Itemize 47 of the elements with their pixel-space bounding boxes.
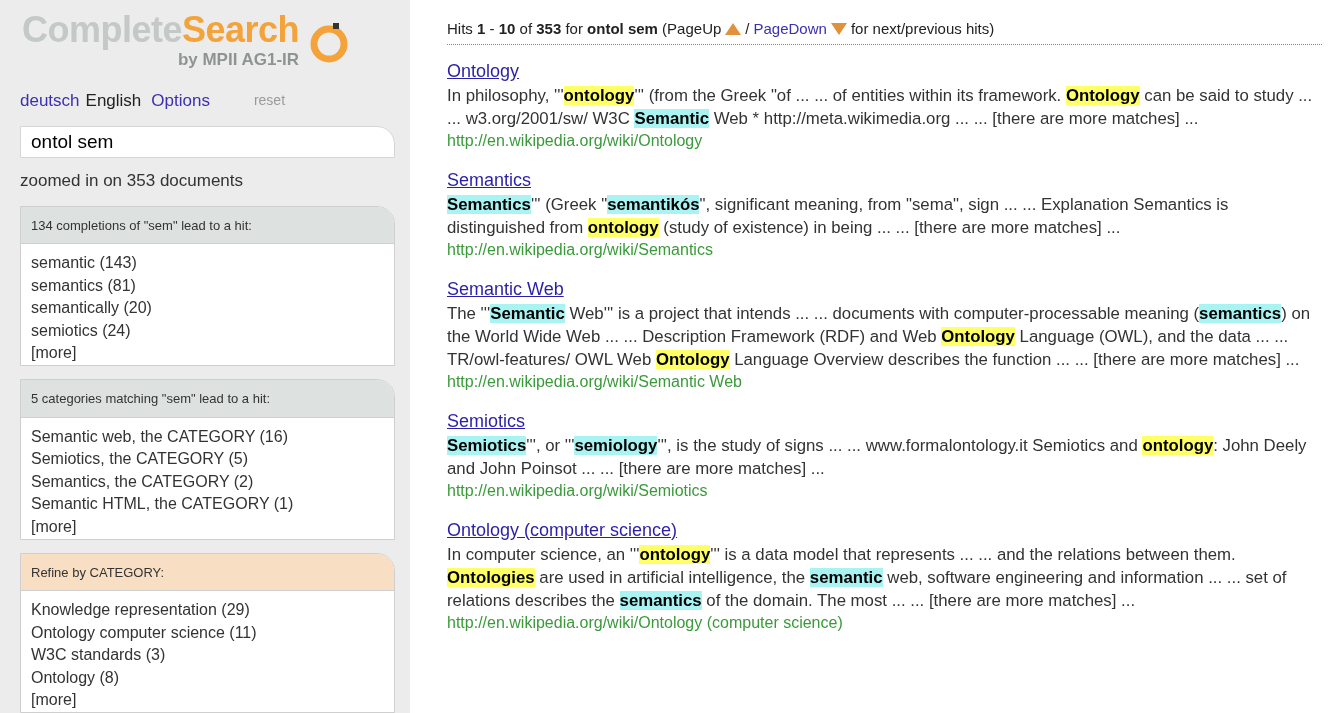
facet-item[interactable]: Semantic web, the CATEGORY (16)	[31, 425, 384, 449]
facet-item[interactable]: [more]	[31, 689, 384, 712]
result-snippet: Semantics''' (Greek "semantikós", significant meaning, from "sema", sign ... ... Explanation Semantics is distinguished from ontology (study of existence) in being ... ... [there are more matches] ...	[447, 193, 1230, 239]
result-title-link[interactable]: Ontology (computer science)	[447, 519, 678, 540]
result-url-link[interactable]: http://en.wikipedia.org/wiki/Semantic Web	[447, 370, 1322, 393]
result-snippet: Semiotics''', or '''semiology''', is the study of signs ... ... www.formalontology.it Semiotics and ontology: John Deely and John Poinsot ... ... [there are more matches] ...	[447, 434, 1308, 480]
facet-item[interactable]: Ontology (8)	[31, 666, 384, 690]
result-title-link[interactable]: Ontology	[447, 60, 520, 81]
facet-item[interactable]: Semiotics, the CATEGORY (5)	[31, 448, 384, 471]
panel-header: 5 categories matching "sem" lead to a hit:	[21, 380, 394, 418]
facet-item[interactable]: [more]	[31, 515, 384, 539]
panel-header: 134 completions of "sem" lead to a hit:	[21, 206, 394, 245]
up-arrow-icon[interactable]	[724, 22, 743, 37]
facet-item[interactable]: Knowledge representation (29)	[31, 599, 384, 622]
ring-icon	[309, 20, 350, 64]
down-arrow-icon[interactable]	[829, 22, 848, 37]
result-snippet: In computer science, an '''ontology''' is a data model that represents ... ... and the relations between them. Ontologies are used in artificial intelligence, the semantic web, software engineering and information ... ... set of relations describes the semantics of the domain. The most ... ... [there are more matches] ...	[447, 543, 1288, 612]
hits-hint: for next/previous hits)	[850, 19, 995, 39]
result-snippet: The '''Semantic Web''' is a project that intends ... ... documents with computer-processable meaning (semantics) on the World Wide Web ... ... Description Framework (RDF) and Web Ontology Language (OWL), and the data ... ... TR/owl-features/ OWL Web Ontology Language Overview describes the function ... ... [there are more matches] ...	[447, 302, 1312, 371]
result-snippet: In philosophy, '''ontology''' (from the Greek "of ... ... of entities within its framework. Ontology can be said to study ... ... w3.org/2001/sw/ W3C Semantic Web * http://meta.wikimedia.org ... ... [there are more matches] ...	[447, 84, 1314, 130]
facet-item[interactable]: [more]	[31, 342, 384, 365]
facet-item[interactable]: Semantic HTML, the CATEGORY (1)	[31, 493, 384, 516]
options-link[interactable]: Options	[151, 88, 210, 114]
panel-header: Refine by CATEGORY:	[21, 553, 394, 592]
status-text: zoomed in on 353 documents	[20, 170, 245, 193]
result-title-link[interactable]: Semantic Web	[447, 278, 564, 299]
language-link[interactable]: English	[85, 88, 142, 114]
facet-item[interactable]: semiotics (24)	[31, 319, 384, 343]
language-link[interactable]: deutsch	[20, 88, 80, 114]
facet-item[interactable]: semantic (143)	[31, 252, 384, 275]
hits-summary: Hits 1 - 10 of 353 for ontol sem (PageUp	[447, 19, 722, 39]
page-down-link[interactable]: PageDown	[753, 18, 827, 41]
facet-item[interactable]: Semantics, the CATEGORY (2)	[31, 470, 384, 494]
facet-item[interactable]: semantics (81)	[31, 274, 384, 298]
separator-text: /	[745, 19, 750, 39]
facet-item[interactable]: semantically (20)	[31, 297, 384, 320]
result-url-link[interactable]: http://en.wikipedia.org/wiki/Semantics	[447, 238, 1322, 261]
result-url-link[interactable]: http://en.wikipedia.org/wiki/Semiotics	[447, 479, 1322, 502]
result-url-link[interactable]: http://en.wikipedia.org/wiki/Ontology (computer science)	[447, 611, 1322, 634]
result-title-link[interactable]: Semantics	[447, 169, 532, 190]
facet-item[interactable]: W3C standards (3)	[31, 644, 384, 667]
facet-item[interactable]: Ontology computer science (11)	[31, 621, 384, 645]
result-title-link[interactable]: Semiotics	[447, 410, 526, 431]
result-url-link[interactable]: http://en.wikipedia.org/wiki/Ontology	[447, 129, 1322, 152]
logo-text: Search	[182, 10, 300, 50]
search-field[interactable]: ontol sem	[20, 125, 395, 159]
logo-subtitle: by MPII AG1-IR	[177, 50, 300, 70]
